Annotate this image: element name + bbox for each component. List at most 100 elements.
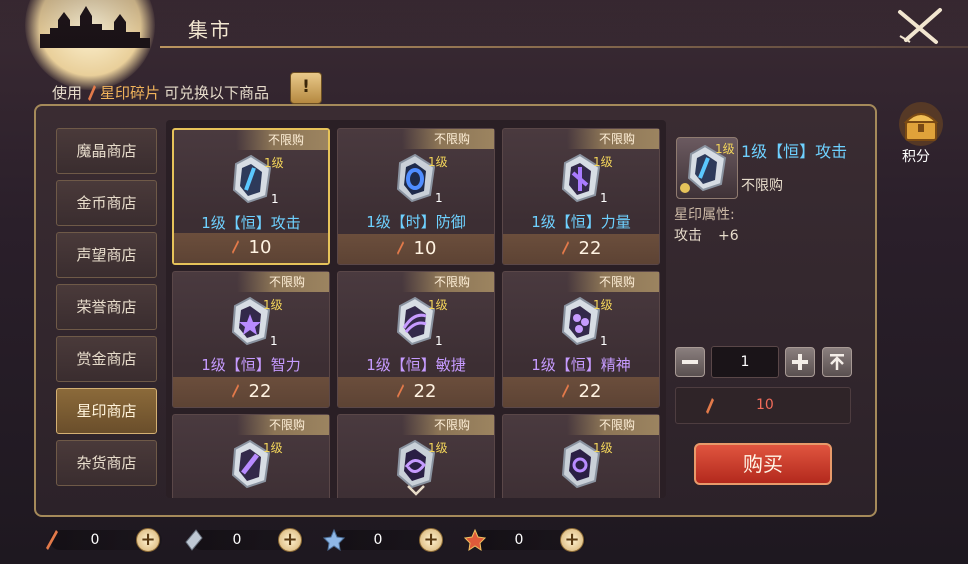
total-cost: 10 — [675, 387, 851, 424]
limit-tag: 不限购 — [567, 415, 659, 435]
points-button[interactable]: 积分 — [896, 100, 946, 170]
minus-icon — [682, 360, 698, 364]
red-star-icon — [464, 528, 486, 552]
add-currency-button[interactable]: + — [419, 528, 443, 552]
star-fragment-icon — [231, 384, 239, 398]
item-price: 10 — [174, 233, 328, 263]
add-currency-button[interactable]: + — [136, 528, 160, 552]
item-level: 1级 — [593, 298, 613, 312]
currency-slot: 0 + — [40, 528, 170, 552]
shop-item-card[interactable]: 不限购 1级 — [502, 414, 660, 498]
price-value: 22 — [248, 381, 272, 402]
total-cost-value: 10 — [756, 397, 774, 413]
limit-tag: 不限购 — [567, 129, 659, 149]
shop-item-card[interactable]: 不限购 1级 1 1级【恒】攻击 10 — [172, 128, 330, 265]
star-fragment-icon — [46, 530, 58, 550]
item-level: 1级 — [593, 441, 613, 455]
item-price: 22 — [173, 377, 329, 407]
item-name: 1级【恒】智力 — [201, 356, 301, 374]
star-fragment-icon — [88, 84, 97, 101]
item-price: 10 — [338, 234, 494, 264]
sidebar-item-star-seal[interactable]: 星印商店 — [56, 388, 157, 434]
star-fragment-icon — [561, 241, 569, 255]
title-divider — [160, 46, 968, 48]
quantity-input[interactable]: 1 — [711, 346, 779, 378]
buy-button[interactable]: 购买 — [694, 443, 832, 485]
treasure-chest-icon — [899, 102, 943, 146]
currency-slot: 0 + — [323, 528, 453, 552]
item-price: 22 — [338, 377, 494, 407]
quantity-decrease-button[interactable] — [675, 347, 705, 377]
item-name: 1级【时】防御 — [366, 213, 466, 231]
item-level: 1级 — [428, 155, 448, 169]
limit-tag: 不限购 — [237, 415, 329, 435]
max-arrow-icon — [830, 354, 844, 370]
points-label: 积分 — [902, 149, 930, 165]
quantity-max-button[interactable] — [822, 347, 852, 377]
sidebar-item-grocery[interactable]: 杂货商店 — [56, 440, 157, 486]
attribute-title: 星印属性: — [674, 207, 735, 223]
currency-value: 0 — [90, 532, 100, 548]
limit-tag: 不限购 — [402, 129, 494, 149]
item-name: 1级【恒】力量 — [531, 213, 631, 231]
shop-item-card[interactable]: 不限购 1级 1 1级【恒】精神 22 — [502, 271, 660, 408]
attribute-value: +6 — [718, 228, 739, 244]
limit-tag: 不限购 — [402, 272, 494, 292]
close-icon[interactable] — [896, 6, 944, 46]
shop-item-card[interactable]: 不限购 1级 1 1级【恒】敏捷 22 — [337, 271, 495, 408]
item-count: 1 — [435, 191, 443, 205]
limit-tag: 不限购 — [237, 272, 329, 292]
note-suffix: 可兑换以下商品 — [164, 84, 270, 102]
item-name: 1级【恒】精神 — [531, 356, 631, 374]
item-level: 1级 — [264, 156, 284, 170]
page-title: 集市 — [188, 18, 232, 42]
item-count: 1 — [271, 192, 279, 206]
info-button[interactable]: ! — [290, 72, 322, 104]
shop-item-card[interactable]: 不限购 1级 1 1级【恒】力量 22 — [502, 128, 660, 265]
currency-value: 0 — [232, 532, 242, 548]
shop-item-card[interactable]: 不限购 1级 1 1级【恒】智力 22 — [172, 271, 330, 408]
chevron-down-icon[interactable] — [406, 484, 426, 496]
selected-item-limit: 不限购 — [741, 178, 783, 194]
exchange-note: 使用 星印碎片 可兑换以下商品 — [52, 82, 269, 103]
attribute-name: 攻击 — [674, 228, 702, 244]
sidebar-item-reputation[interactable]: 声望商店 — [56, 232, 157, 278]
limit-tag: 不限购 — [236, 130, 328, 150]
item-count: 1 — [600, 191, 608, 205]
item-count: 1 — [435, 334, 443, 348]
currency-value: 0 — [373, 532, 383, 548]
quantity-increase-button[interactable] — [785, 347, 815, 377]
note-currency: 星印碎片 — [100, 84, 161, 102]
star-fragment-icon — [396, 384, 404, 398]
add-currency-button[interactable]: + — [560, 528, 584, 552]
item-level: 1级 — [593, 155, 613, 169]
item-price: 22 — [503, 234, 659, 264]
price-value: 22 — [413, 381, 437, 402]
star-fragment-icon — [231, 240, 239, 254]
sidebar-item-honor[interactable]: 荣誉商店 — [56, 284, 157, 330]
item-grid: 不限购 1级 1 1级【恒】攻击 10 不限购 1级 1 1级【时】防御 10 … — [166, 120, 666, 498]
attribute-row: 攻击 +6 — [674, 225, 739, 245]
item-level: 1级 — [263, 298, 283, 312]
item-name: 1级【恒】攻击 — [201, 214, 301, 232]
shop-item-card[interactable]: 不限购 1级 — [172, 414, 330, 498]
shop-sidebar: 魔晶商店 金币商店 声望商店 荣誉商店 赏金商店 星印商店 杂货商店 — [52, 120, 162, 500]
shop-item-card[interactable]: 不限购 1级 1 1级【时】防御 10 — [337, 128, 495, 265]
price-value: 22 — [578, 381, 602, 402]
plus-icon — [792, 354, 808, 370]
sidebar-item-mojing[interactable]: 魔晶商店 — [56, 128, 157, 174]
item-count: 1 — [600, 334, 608, 348]
currency-value: 0 — [514, 532, 524, 548]
add-currency-button[interactable]: + — [278, 528, 302, 552]
top-bar — [0, 0, 968, 48]
limit-tag: 不限购 — [402, 415, 494, 435]
item-level: 1级 — [428, 441, 448, 455]
sidebar-item-bounty[interactable]: 赏金商店 — [56, 336, 157, 382]
selected-item-icon: 1级 — [676, 137, 738, 199]
price-value: 10 — [413, 238, 437, 259]
note-prefix: 使用 — [52, 84, 83, 102]
price-value: 22 — [578, 238, 602, 259]
crystal-shard-icon — [185, 529, 203, 551]
sidebar-item-gold[interactable]: 金币商店 — [56, 180, 157, 226]
item-price: 22 — [503, 377, 659, 407]
